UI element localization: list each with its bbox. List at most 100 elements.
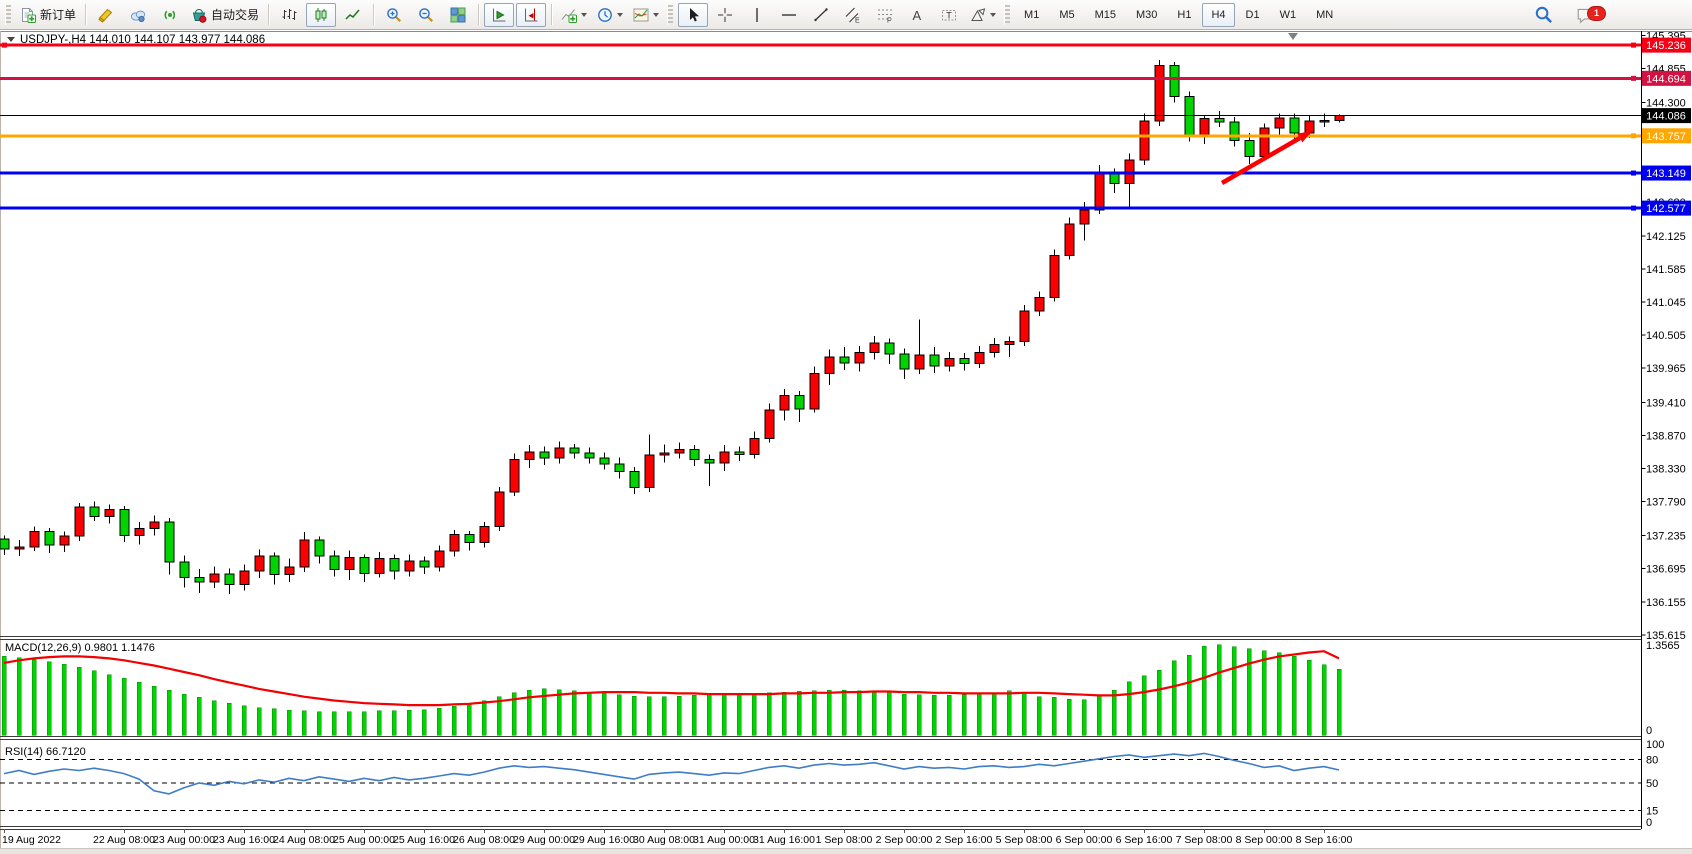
text-button[interactable]: A <box>902 3 932 27</box>
text-label-button[interactable]: T <box>934 3 964 27</box>
hline-handle[interactable] <box>2 43 7 48</box>
window-bottom-edge <box>0 848 1692 854</box>
new-order-button[interactable]: 新订单 <box>16 3 80 27</box>
price-badge-label: 143.149 <box>1646 168 1686 180</box>
indicator-icon <box>561 7 577 23</box>
tf-d1[interactable]: D1 <box>1237 3 1269 27</box>
price-badge-label: 142.577 <box>1646 203 1686 215</box>
tf-w1[interactable]: W1 <box>1271 3 1306 27</box>
crosshair-button[interactable] <box>710 3 740 27</box>
toolbar-separator <box>478 4 479 25</box>
tile-windows-button[interactable] <box>443 3 473 27</box>
toolbar-grip[interactable] <box>5 5 11 25</box>
price-tick-label: 138.870 <box>1646 430 1686 442</box>
tf-m1[interactable]: M1 <box>1015 3 1048 27</box>
toolbar-grip[interactable] <box>1004 5 1010 25</box>
fibonacci-button[interactable]: F <box>870 3 900 27</box>
time-tick-label: 1 Sep 08:00 <box>816 834 873 846</box>
zoom-in-icon <box>386 7 402 23</box>
candles-icon <box>313 7 329 23</box>
tf-m30-label: M30 <box>1131 9 1162 21</box>
macd-label: MACD(12,26,9) 0.9801 1.1476 <box>5 642 155 654</box>
tf-m30[interactable]: M30 <box>1127 3 1166 27</box>
line-chart-button[interactable] <box>338 3 368 27</box>
chevron-down-icon[interactable] <box>581 13 587 17</box>
signals-button[interactable] <box>155 3 185 27</box>
autotrade-icon <box>191 7 207 23</box>
hline-handle[interactable] <box>1631 206 1636 211</box>
channel-icon: E <box>845 7 861 23</box>
shapes-button[interactable] <box>966 3 1000 27</box>
cursor-button[interactable] <box>678 3 708 27</box>
chevron-down-icon[interactable] <box>653 13 659 17</box>
search-button[interactable] <box>1529 3 1559 27</box>
tf-h1[interactable]: H1 <box>1168 3 1200 27</box>
scroll-icon <box>491 7 507 23</box>
autotrade-button-label: 自动交易 <box>211 6 259 23</box>
price-tick-label: 141.585 <box>1646 264 1686 276</box>
vline-icon <box>749 7 765 23</box>
price-tick-label: 139.965 <box>1646 363 1686 375</box>
signal-icon <box>162 7 178 23</box>
label-icon: T <box>941 7 957 23</box>
tf-h4[interactable]: H4 <box>1202 3 1234 27</box>
trendline-button[interactable] <box>806 3 836 27</box>
chart-window: 145.395144.855144.300142.680142.125141.5… <box>0 0 1692 853</box>
doc-plus-icon <box>20 7 36 23</box>
zoom-out-button[interactable] <box>411 3 441 27</box>
price-badge-label: 145.236 <box>1646 40 1686 52</box>
rsi-axis-label: 15 <box>1646 805 1658 817</box>
tf-m5[interactable]: M5 <box>1050 3 1083 27</box>
time-tick-label: 29 Aug 00:00 <box>513 834 575 846</box>
bar-chart-button[interactable] <box>274 3 304 27</box>
time-tick-label: 25 Aug 00:00 <box>333 834 395 846</box>
time-tick-label: 2 Sep 16:00 <box>936 834 993 846</box>
hline-handle[interactable] <box>1631 76 1636 81</box>
auto-scroll-button[interactable] <box>484 3 514 27</box>
hline-handle[interactable] <box>1631 43 1636 48</box>
channel-button[interactable]: E <box>838 3 868 27</box>
periods-button[interactable] <box>593 3 627 27</box>
price-tick-label: 136.155 <box>1646 597 1686 609</box>
chevron-down-icon[interactable] <box>617 13 623 17</box>
tf-w1-label: W1 <box>1275 9 1302 21</box>
price-tick-label: 136.695 <box>1646 564 1686 576</box>
time-tick-label: 29 Aug 16:00 <box>573 834 635 846</box>
template-icon <box>633 7 649 23</box>
time-tick-label: 30 Aug 08:00 <box>633 834 695 846</box>
toolbar-grip[interactable] <box>667 5 673 25</box>
indicators-button[interactable] <box>557 3 591 27</box>
time-tick-label: 26 Aug 08:00 <box>453 834 515 846</box>
zoom-in-button[interactable] <box>379 3 409 27</box>
autotrade-button[interactable]: 自动交易 <box>187 3 263 27</box>
macd-axis-zero: 0 <box>1646 725 1652 737</box>
toolbar-separator <box>268 4 269 25</box>
tf-h4-label: H4 <box>1206 9 1230 21</box>
tf-mn[interactable]: MN <box>1307 3 1342 27</box>
shift-icon <box>523 7 539 23</box>
svg-text:F: F <box>887 17 891 23</box>
vline-button[interactable] <box>742 3 772 27</box>
line-icon <box>345 7 361 23</box>
chevron-down-icon[interactable] <box>990 13 996 17</box>
hline-button[interactable] <box>774 3 804 27</box>
chart-title: USDJPY-,H4 144.010 144.107 143.977 144.0… <box>7 34 265 46</box>
macd-axis-max: 1.3565 <box>1646 640 1680 652</box>
price-tick-label: 137.235 <box>1646 531 1686 543</box>
templates-button[interactable] <box>629 3 663 27</box>
hline-handle[interactable] <box>1631 171 1636 176</box>
time-tick-label: 6 Sep 00:00 <box>1056 834 1113 846</box>
hline-handle[interactable] <box>1631 133 1636 138</box>
toolbar-right: 1 <box>1528 0 1606 30</box>
market-watch-button[interactable] <box>123 3 153 27</box>
styler-button[interactable] <box>91 3 121 27</box>
time-tick-label: 31 Aug 16:00 <box>753 834 815 846</box>
time-tick-label: 8 Sep 16:00 <box>1296 834 1353 846</box>
rsi-axis-label: 50 <box>1646 778 1658 790</box>
tf-m15[interactable]: M15 <box>1086 3 1125 27</box>
notifications-button[interactable]: 1 <box>1570 3 1600 27</box>
candle-chart-button[interactable] <box>306 3 336 27</box>
text-icon: A <box>909 7 925 23</box>
chart-shift-button[interactable] <box>516 3 546 27</box>
search-icon <box>1535 6 1553 24</box>
